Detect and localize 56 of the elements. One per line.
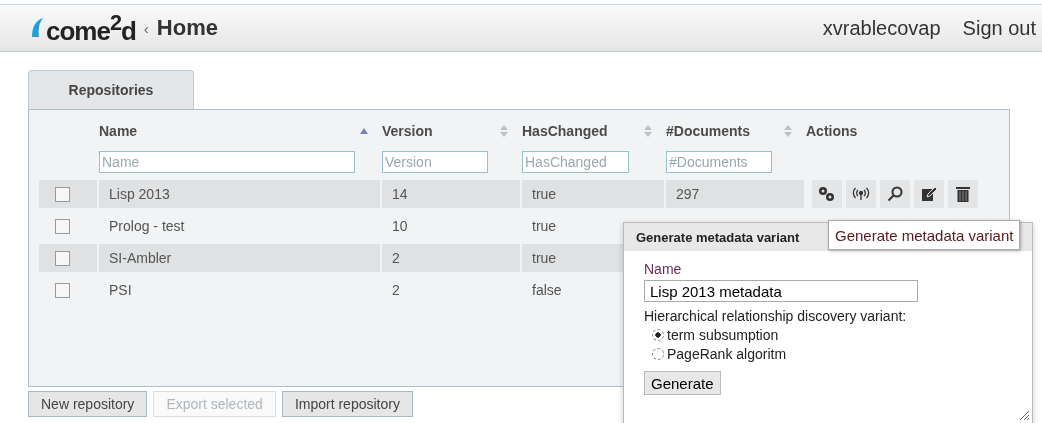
table-cell: 14: [392, 186, 408, 202]
gears-icon: [818, 186, 836, 202]
table-cell: Prolog - test: [109, 218, 185, 234]
column-header[interactable]: Actions: [806, 116, 1006, 146]
logo[interactable]: come$^{2}$d: [30, 9, 136, 47]
column-header[interactable]: #Documents: [666, 116, 806, 146]
tooltip: Generate metadata variant: [828, 220, 1021, 250]
table-cell: 10: [392, 218, 408, 234]
sign-out-link[interactable]: Sign out: [962, 16, 1036, 40]
tab[interactable]: Repositories: [28, 70, 194, 109]
edit-icon: [921, 186, 937, 202]
text-input[interactable]: Lisp 2013 metadata: [644, 280, 918, 302]
row-checkbox[interactable]: [55, 218, 70, 234]
row-checkbox[interactable]: [55, 186, 70, 202]
table-cell: PSI: [109, 282, 132, 298]
action-button[interactable]: [948, 180, 978, 208]
filter-field[interactable]: HasChanged: [522, 151, 629, 173]
logo-text: come$^{2}$d: [46, 9, 136, 47]
filter-field[interactable]: Name: [99, 151, 355, 173]
swoosh-icon: [30, 17, 44, 39]
row-checkbox[interactable]: [55, 250, 70, 266]
breadcrumb-separator: ‹: [143, 19, 149, 37]
table-cell: true: [532, 218, 557, 234]
table-cell: 297: [676, 186, 700, 202]
row-checkbox[interactable]: [55, 282, 70, 298]
field-label: Name: [644, 261, 683, 277]
action-button[interactable]: [812, 180, 842, 208]
radio-button[interactable]: [652, 348, 664, 360]
action-button[interactable]: [846, 180, 876, 208]
table-cell: 2: [392, 250, 400, 266]
page-title: Home: [156, 15, 218, 41]
search-icon: [887, 186, 903, 202]
column-header[interactable]: HasChanged: [522, 116, 666, 146]
table-cell: true: [532, 250, 557, 266]
table-cell: false: [532, 282, 562, 298]
resize-grip-icon[interactable]: [1018, 409, 1030, 421]
broadcast-icon: [852, 187, 870, 201]
table-cell: Lisp 2013: [109, 186, 170, 202]
toolbar-button[interactable]: Import repository: [281, 391, 413, 417]
table-cell: true: [532, 186, 557, 202]
user-link[interactable]: xvrablecovap: [822, 16, 941, 40]
filter-field[interactable]: #Documents: [666, 151, 772, 173]
table-cell: SI-Ambler: [109, 250, 172, 266]
generate-button[interactable]: Generate: [644, 371, 721, 395]
radio-button[interactable]: [652, 329, 664, 341]
column-header[interactable]: Version: [382, 116, 522, 146]
action-button[interactable]: [880, 180, 910, 208]
action-button[interactable]: [914, 180, 944, 208]
filter-field[interactable]: Version: [382, 151, 488, 173]
option-label[interactable]: PageRank algoritm: [667, 346, 787, 362]
table-cell: 2: [392, 282, 400, 298]
question-text: Hierarchical relationship discovery variant:: [644, 308, 908, 324]
option-label[interactable]: term subsumption: [667, 327, 779, 343]
toolbar-button[interactable]: New repository: [28, 391, 148, 417]
trash-icon: [956, 186, 970, 202]
column-header[interactable]: Name: [99, 116, 382, 146]
